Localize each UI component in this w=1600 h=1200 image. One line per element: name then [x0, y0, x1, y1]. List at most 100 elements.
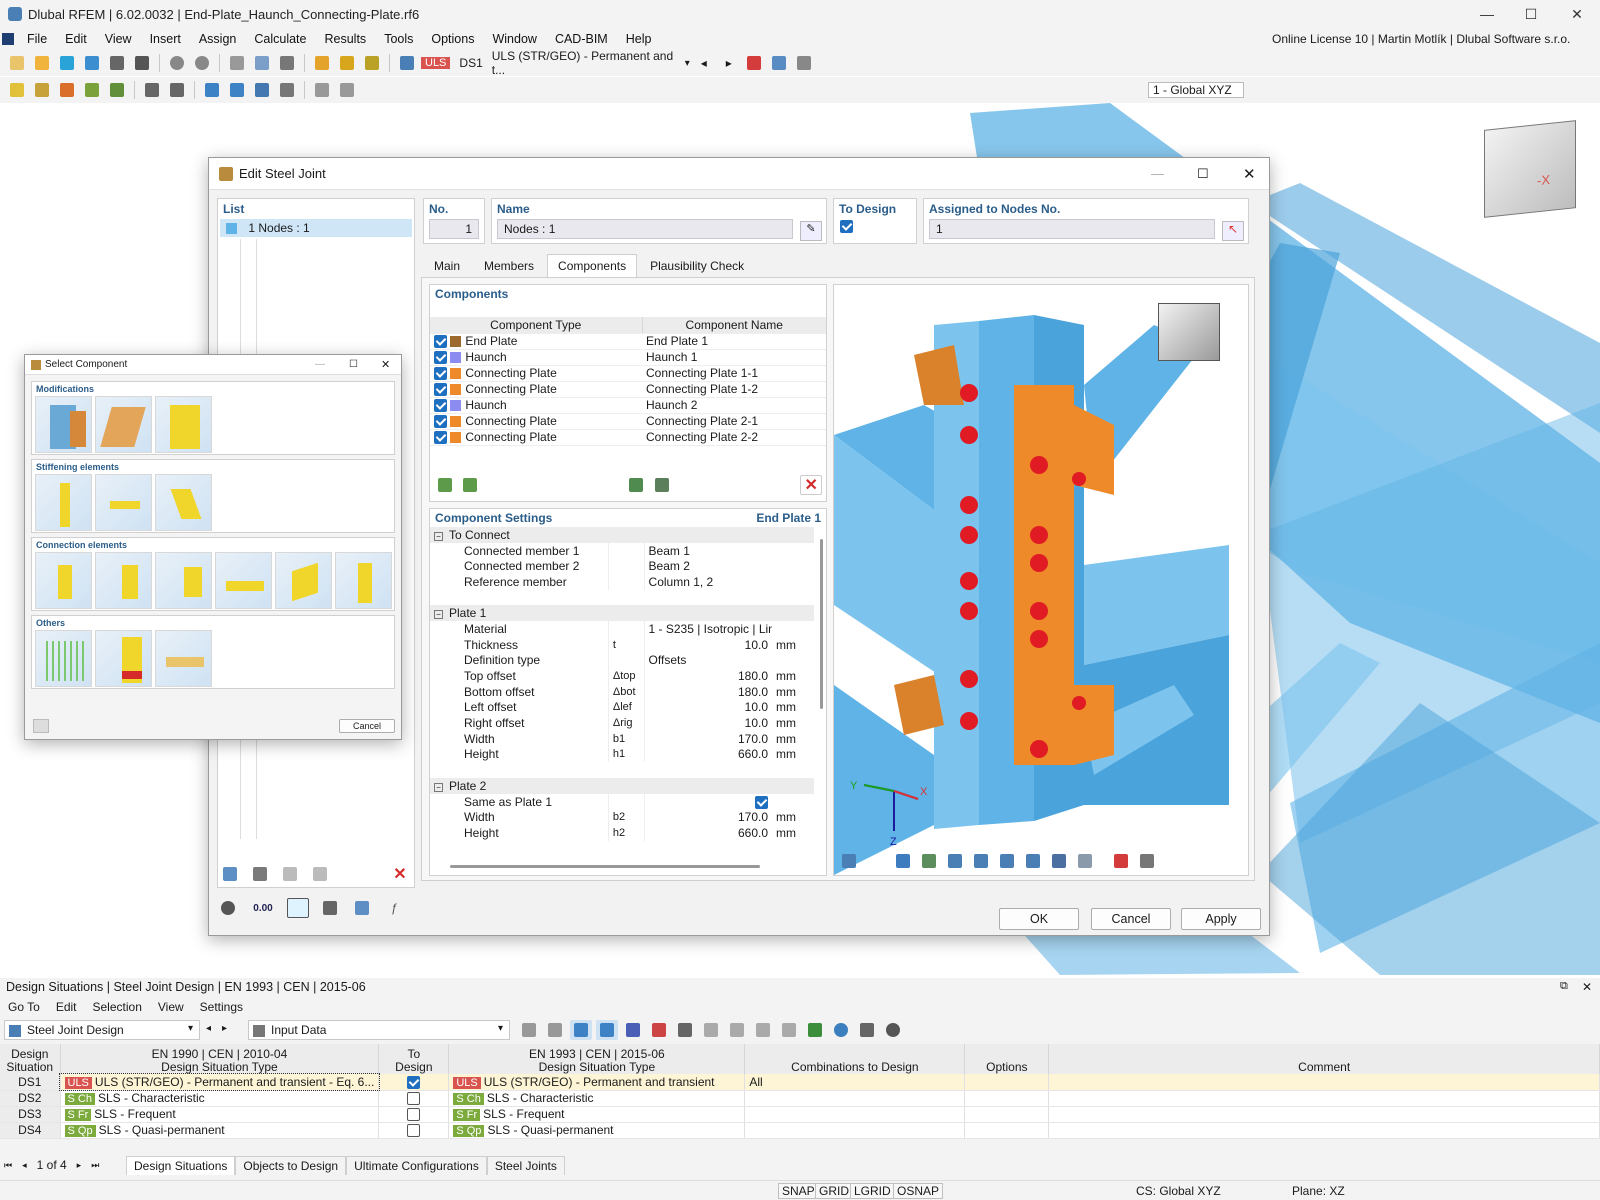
export-view-icon[interactable] [1136, 851, 1158, 871]
menu-calculate[interactable]: Calculate [245, 32, 315, 46]
options-cell[interactable] [964, 1074, 1050, 1091]
numbering-toggle-icon[interactable] [674, 1020, 696, 1040]
sort-icon[interactable] [778, 1020, 800, 1040]
filter-prev-icon[interactable] [518, 1020, 540, 1040]
bolted-plate-thumbnail[interactable] [35, 552, 92, 609]
decimals-icon[interactable]: 0.00 [249, 898, 277, 918]
calc-icon[interactable] [311, 53, 333, 73]
lgrid-toggle[interactable]: LGRID [850, 1183, 895, 1199]
gusset-thumbnail[interactable] [275, 552, 332, 609]
to-design-row-checkbox[interactable] [407, 1075, 421, 1089]
uncheck-all-icon[interactable] [309, 864, 331, 884]
numbering-icon[interactable] [918, 851, 940, 871]
comment-cell[interactable] [1048, 1074, 1600, 1091]
dialog-close-button[interactable]: ✕ [1243, 165, 1256, 183]
combo-cell[interactable]: All [744, 1074, 966, 1091]
panel-menu-goto[interactable]: Go To [0, 1000, 48, 1014]
app-menu-icon[interactable] [2, 33, 14, 45]
tab-steel-joints[interactable]: Steel Joints [486, 1156, 565, 1175]
grid-thumbnail[interactable] [35, 630, 92, 687]
module-next-icon[interactable]: ▸ [222, 1023, 227, 1034]
comment-cell[interactable] [1048, 1090, 1600, 1107]
insert-row-icon[interactable] [700, 1020, 722, 1040]
globe-icon[interactable] [830, 1020, 852, 1040]
render-mode-icon[interactable] [1048, 851, 1070, 871]
settings-row[interactable]: Height h1 660.0 mm [430, 746, 814, 763]
no-field[interactable]: 1 [429, 219, 479, 239]
settings-row[interactable]: Right offset Δrig 10.0 mm [430, 715, 814, 731]
print-icon[interactable] [131, 53, 153, 73]
component-checkbox[interactable] [434, 383, 447, 397]
new-joint-icon[interactable] [219, 864, 241, 884]
settings-row[interactable]: Definition type Offsets [430, 652, 814, 669]
web-stiffener-thumbnail[interactable] [95, 474, 152, 531]
new-icon[interactable] [6, 53, 28, 73]
collapse-icon[interactable]: − [434, 610, 443, 620]
table-row[interactable]: DS3 S Fr SLS - Frequent S Fr SLS - Frequen… [0, 1106, 1600, 1123]
splice-thumbnail[interactable] [335, 552, 392, 609]
reset-view-icon[interactable] [1110, 851, 1132, 871]
settings-row[interactable]: Height h2 660.0 mm [430, 825, 814, 841]
module-prev-icon[interactable]: ◂ [206, 1023, 211, 1034]
base-plate-thumbnail[interactable] [215, 552, 272, 609]
assigned-field[interactable]: 1 [929, 219, 1215, 239]
settings-group-row[interactable]: − Plate 2 [430, 778, 814, 794]
info-icon[interactable] [351, 898, 373, 918]
component-row[interactable]: Connecting Plate Connecting Plate 2-2 [430, 429, 826, 446]
select-component-minimize-button[interactable]: — [315, 359, 325, 370]
loads-icon[interactable] [361, 53, 383, 73]
menu-cad-bim[interactable]: CAD-BIM [546, 32, 617, 46]
next-icon[interactable]: ▸ [718, 53, 740, 73]
panel-menu-view[interactable]: View [150, 1000, 192, 1014]
support-icon[interactable] [81, 80, 103, 100]
tab-ultimate-configurations[interactable]: Ultimate Configurations [346, 1156, 487, 1175]
move-up-icon[interactable] [434, 475, 456, 495]
preview-display-icon[interactable] [838, 851, 860, 871]
ds-prev-icon[interactable] [396, 53, 418, 73]
stiffener-thumbnail[interactable] [35, 474, 92, 531]
select-component-help-icon[interactable] [33, 719, 49, 733]
minimize-button[interactable]: — [1464, 0, 1510, 28]
component-row[interactable]: Connecting Plate Connecting Plate 1-2 [430, 381, 826, 398]
table-icon[interactable] [226, 53, 248, 73]
menu-help[interactable]: Help [617, 32, 661, 46]
print-table-icon[interactable] [856, 1020, 878, 1040]
copy-joint-icon[interactable] [249, 864, 271, 884]
component-checkbox[interactable] [434, 367, 447, 381]
same-as-plate-checkbox[interactable] [755, 795, 769, 809]
view-iso-icon[interactable] [1022, 851, 1044, 871]
excel-icon[interactable] [804, 1020, 826, 1040]
diagonal-stiffener-thumbnail[interactable] [155, 474, 212, 531]
to-design-row-checkbox[interactable] [407, 1124, 421, 1138]
table-help-icon[interactable] [882, 1020, 904, 1040]
prev-page-icon[interactable]: ◂ [22, 1160, 27, 1171]
cs-select[interactable]: 1 - Global XYZ [1148, 82, 1244, 98]
settings-row[interactable]: Bottom offset Δbot 180.0 mm [430, 683, 814, 700]
save-icon[interactable] [106, 53, 128, 73]
menu-assign[interactable]: Assign [190, 32, 246, 46]
dimension-icon[interactable] [141, 80, 163, 100]
haunch-thumbnail[interactable] [95, 396, 152, 453]
comment-cell[interactable] [1048, 1106, 1600, 1123]
vertical-scrollbar[interactable] [820, 539, 823, 709]
settings-row[interactable]: Connected member 2 Beam 2 [430, 558, 814, 575]
select-icon[interactable] [201, 80, 223, 100]
units-icon[interactable] [319, 898, 341, 918]
loads-select-icon[interactable] [648, 1020, 670, 1040]
delete-component-icon[interactable]: ✕ [800, 475, 822, 495]
dialog-maximize-button[interactable]: ☐ [1197, 166, 1209, 182]
table-row[interactable]: DS1 ULS ULS (STR/GEO) - Permanent and tra… [0, 1073, 1600, 1091]
select-component-close-button[interactable]: ✕ [381, 358, 390, 371]
combo-cell[interactable] [744, 1122, 966, 1139]
settings-row[interactable]: Reference member Column 1, 2 [430, 574, 814, 590]
menu-view[interactable]: View [96, 32, 141, 46]
fin-plate-thumbnail[interactable] [95, 552, 152, 609]
end-plate-thumbnail[interactable] [35, 396, 92, 453]
table-row[interactable]: DS2 S Ch SLS - Characteristic S Ch SLS - C… [0, 1090, 1600, 1107]
tab-design-situations[interactable]: Design Situations [126, 1156, 236, 1175]
component-checkbox[interactable] [434, 431, 447, 445]
node-icon[interactable] [6, 80, 28, 100]
formula-icon[interactable]: ƒ [383, 898, 405, 918]
settings-row[interactable]: Width b1 170.0 mm [430, 730, 814, 747]
collapse-icon[interactable]: − [434, 531, 443, 541]
